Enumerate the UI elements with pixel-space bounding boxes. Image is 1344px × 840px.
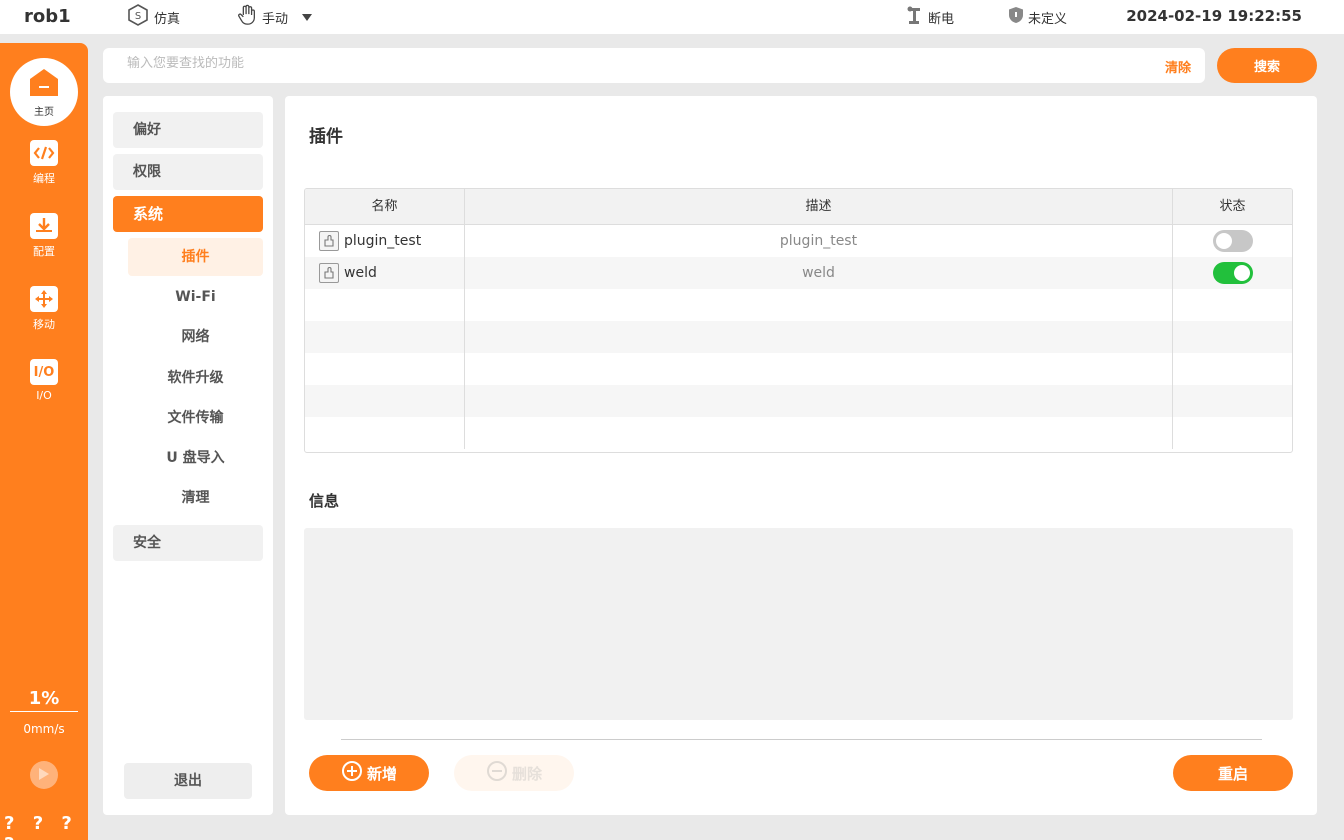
mode-label: 手动 <box>262 11 289 27</box>
menu-wifi[interactable]: Wi-Fi <box>128 278 263 316</box>
robot-arm-icon <box>906 5 924 29</box>
header-description: 描述 <box>465 189 1173 224</box>
chevron-down-icon <box>302 13 313 21</box>
power-status[interactable]: 断电 <box>906 4 954 30</box>
plugin-status-toggle[interactable] <box>1212 262 1253 284</box>
menu-plugins[interactable]: 插件 <box>128 238 263 276</box>
table-row[interactable]: weld weld <box>305 257 1292 289</box>
nav-config[interactable]: 配置 <box>0 213 88 259</box>
nav-programming-label: 编程 <box>33 172 55 185</box>
speed-display[interactable]: 1% 0mm/s <box>10 688 78 736</box>
tool-status[interactable]: 未定义 <box>1008 4 1067 30</box>
minus-circle-icon <box>486 760 508 786</box>
menu-cleanup[interactable]: 清理 <box>128 479 263 517</box>
search-input[interactable] <box>127 56 1027 71</box>
plugin-icon <box>319 263 339 283</box>
add-label: 新增 <box>366 764 397 783</box>
home-icon <box>28 67 60 101</box>
top-bar: rob1 S 仿真 手动 断电 未定义 2024-02-19 19:22:55 <box>0 0 1344 34</box>
help-text: ? ? ? ? <box>4 813 78 840</box>
plugin-status-toggle[interactable] <box>1212 230 1253 252</box>
info-title: 信息 <box>309 492 340 510</box>
nav-home[interactable]: 主页 <box>10 58 78 126</box>
divider <box>341 739 1262 740</box>
header-name: 名称 <box>305 189 465 224</box>
tool-label: 未定义 <box>1028 11 1068 27</box>
plugin-description: plugin_test <box>465 225 1173 257</box>
plugin-icon <box>319 231 339 251</box>
plugin-table: 名称 描述 状态 plugin_test plugin_test weld we… <box>304 188 1293 453</box>
table-row-empty <box>305 385 1292 417</box>
robot-name: rob1 <box>24 6 71 27</box>
io-icon: I/O <box>30 359 58 385</box>
restart-button[interactable]: 重启 <box>1173 755 1293 791</box>
table-header: 名称 描述 状态 <box>305 189 1292 225</box>
nav-home-label: 主页 <box>34 106 54 118</box>
nav-io-label: I/O <box>36 389 52 402</box>
code-icon <box>30 140 58 166</box>
search-button[interactable]: 搜索 <box>1217 48 1317 83</box>
table-body: plugin_test plugin_test weld weld <box>305 225 1292 449</box>
move-arrows-icon <box>30 286 58 312</box>
simulation-label: 仿真 <box>154 11 181 27</box>
shield-icon <box>1008 6 1024 28</box>
nav-config-label: 配置 <box>33 245 55 258</box>
menu-system[interactable]: 系统 <box>113 196 263 232</box>
clear-button[interactable]: 清除 <box>1165 57 1191 76</box>
power-label: 断电 <box>928 11 955 27</box>
page-title: 插件 <box>309 127 343 147</box>
plugin-panel: 插件 名称 描述 状态 plugin_test plugin_test weld… <box>285 96 1317 815</box>
delete-label: 删除 <box>511 764 542 783</box>
menu-permissions[interactable]: 权限 <box>113 154 263 190</box>
menu-usb-import[interactable]: U 盘导入 <box>128 439 263 477</box>
play-button[interactable] <box>30 761 58 789</box>
header-status: 状态 <box>1219 199 1246 214</box>
menu-preferences[interactable]: 偏好 <box>113 112 263 148</box>
nav-io[interactable]: I/O I/O <box>0 359 88 402</box>
search-bar: 清除 <box>103 48 1205 83</box>
main-sidebar: 主页 编程 配置 移动 I/O I/O 1% 0mm/s ? ? ? ? <box>0 43 88 840</box>
nav-programming[interactable]: 编程 <box>0 140 88 186</box>
table-row-empty <box>305 321 1292 353</box>
nav-move[interactable]: 移动 <box>0 286 88 332</box>
info-box <box>304 528 1293 720</box>
plus-circle-icon <box>341 760 363 786</box>
menu-software-upgrade[interactable]: 软件升级 <box>128 359 263 397</box>
download-box-icon <box>30 213 58 239</box>
table-row[interactable]: plugin_test plugin_test <box>305 225 1292 257</box>
table-row-empty <box>305 353 1292 385</box>
speed-percent: 1% <box>10 688 78 712</box>
nav-move-label: 移动 <box>33 318 55 331</box>
datetime-display: 2024-02-19 19:22:55 <box>1126 7 1302 25</box>
delete-plugin-button[interactable]: 删除 <box>454 755 574 791</box>
simulation-icon: S <box>126 3 150 31</box>
speed-value: 0mm/s <box>23 722 65 736</box>
settings-menu: 偏好 权限 系统 插件 Wi-Fi 网络 软件升级 文件传输 U 盘导入 清理 … <box>103 96 273 815</box>
menu-network[interactable]: 网络 <box>128 318 263 356</box>
simulation-toggle[interactable]: S 仿真 <box>126 4 180 30</box>
plugin-name: weld <box>344 265 377 281</box>
logout-button[interactable]: 退出 <box>124 763 252 799</box>
svg-text:S: S <box>135 11 141 22</box>
add-plugin-button[interactable]: 新增 <box>309 755 429 791</box>
mode-dropdown[interactable]: 手动 <box>236 4 313 30</box>
menu-security[interactable]: 安全 <box>113 525 263 561</box>
play-icon <box>38 766 50 785</box>
hand-icon <box>236 4 258 30</box>
menu-file-transfer[interactable]: 文件传输 <box>128 399 263 437</box>
plugin-name: plugin_test <box>344 233 422 249</box>
table-row-empty <box>305 417 1292 449</box>
plugin-description: weld <box>465 257 1173 289</box>
table-row-empty <box>305 289 1292 321</box>
